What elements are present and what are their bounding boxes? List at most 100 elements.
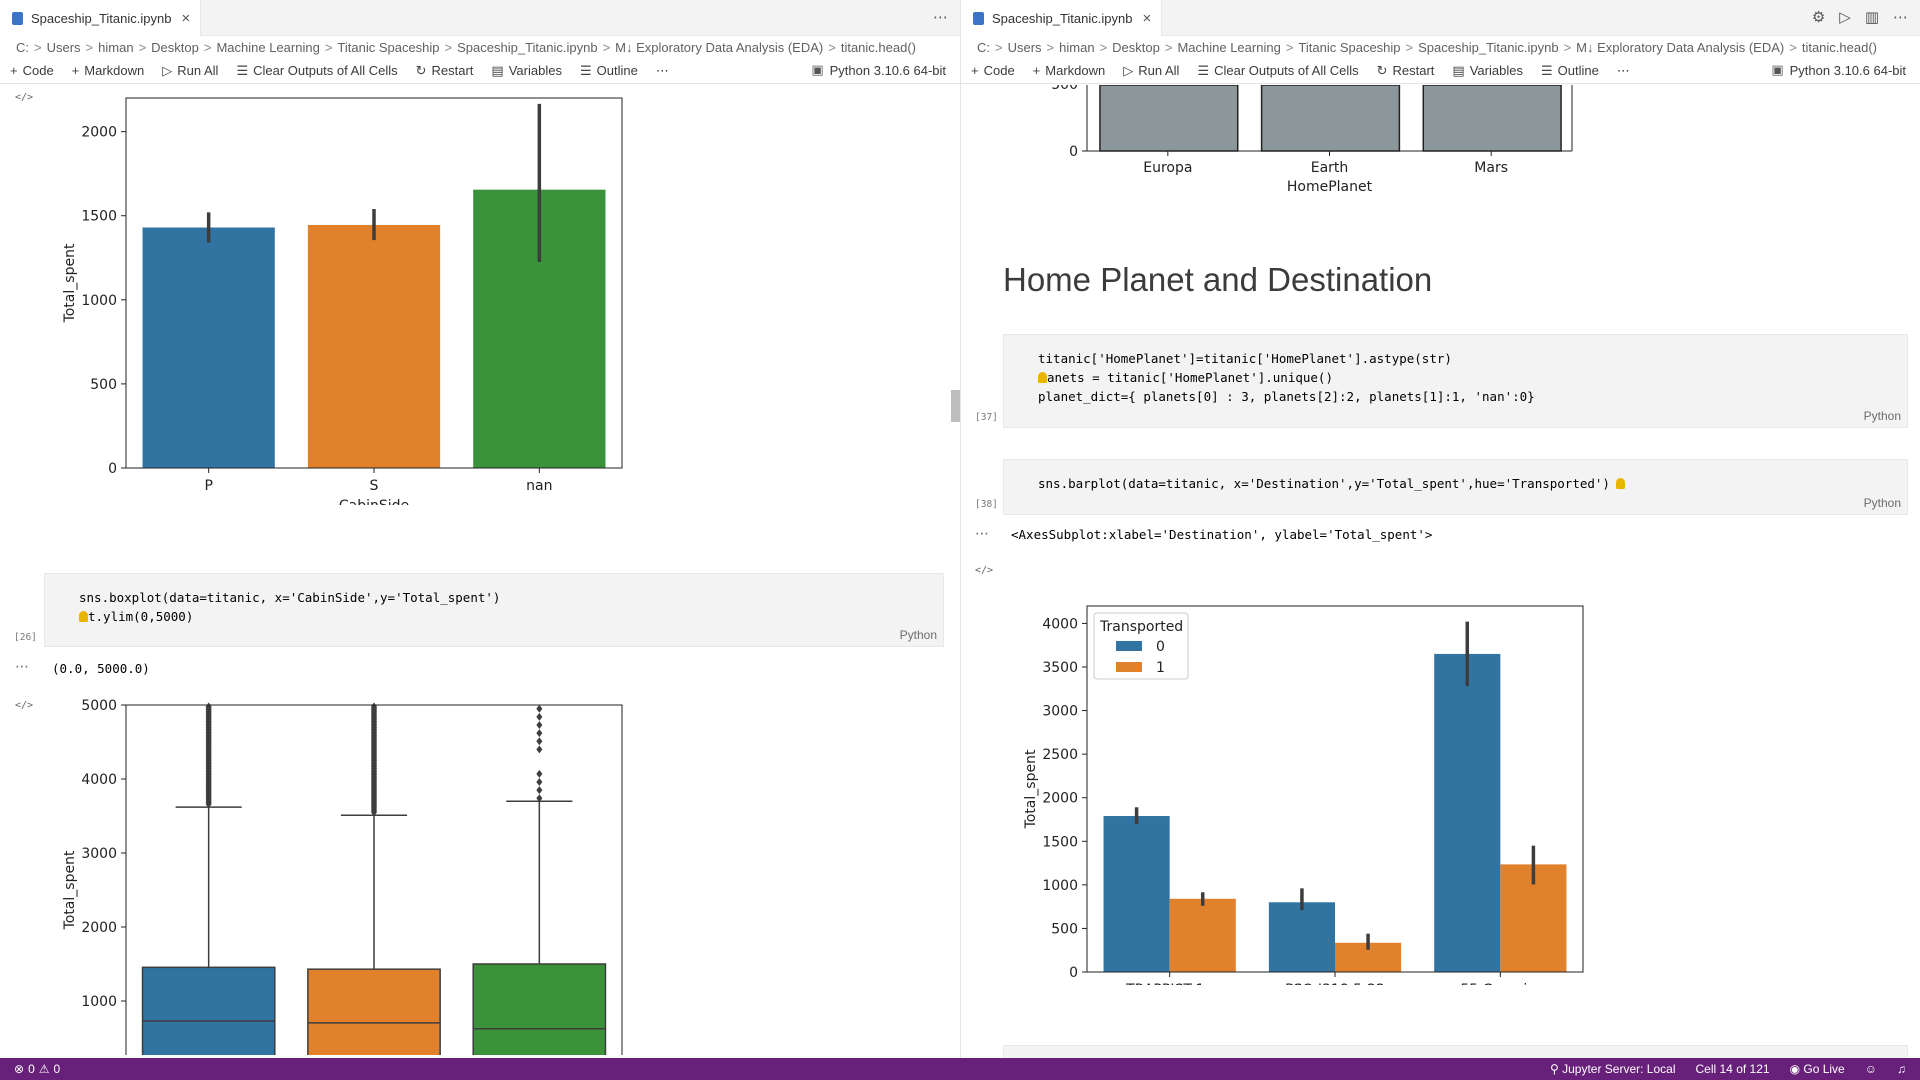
y-tick-label: 2000 (1042, 791, 1078, 807)
restart-button[interactable]: ↻ Restart (1377, 63, 1435, 79)
breadcrumb-item[interactable]: Titanic Spaceship (337, 40, 439, 55)
y-tick-label: 4000 (81, 772, 117, 788)
bar (1103, 816, 1170, 972)
code-editor[interactable]: sns.barplot(data=titanic, x='Destination… (1038, 474, 1625, 493)
bar (142, 227, 275, 468)
run-all-button[interactable]: ▷ Run All (162, 63, 218, 79)
cell-language[interactable]: Python (1864, 409, 1901, 423)
lightbulb-icon[interactable] (1038, 372, 1047, 383)
breadcrumb-item[interactable]: himan (1059, 40, 1094, 55)
x-tick-label: nan (526, 478, 552, 494)
cell-language[interactable]: Python (1864, 496, 1901, 510)
code-cell-38[interactable]: sns.barplot(data=titanic, x='Destination… (1003, 459, 1908, 515)
close-icon[interactable]: × (1142, 10, 1151, 27)
bell-icon[interactable]: ♫ (1897, 1062, 1906, 1076)
close-icon[interactable]: × (181, 10, 190, 27)
code-line: titanic['HomePlanet']=titanic['HomePlane… (1038, 351, 1452, 366)
cell-language[interactable]: Python (900, 628, 937, 642)
outlier-point (536, 745, 543, 754)
error-icon: ⊗ (14, 1062, 25, 1076)
bar (1422, 85, 1562, 152)
breadcrumb-item[interactable]: Spaceship_Titanic.ipynb (457, 40, 597, 55)
breadcrumb-item[interactable]: Users (1008, 40, 1042, 55)
outline-button[interactable]: ☰ Outline (580, 63, 638, 79)
chevron-right-icon: > (828, 39, 836, 55)
markdown-heading: Home Planet and Destination (1003, 261, 1433, 298)
chevron-right-icon: > (1563, 39, 1572, 55)
split-editor-icon[interactable]: ▥ (1865, 8, 1879, 26)
y-tick-label: 4000 (1042, 616, 1078, 632)
problems-indicator[interactable]: ⊗ 0 ⚠ 0 (0, 1062, 60, 1076)
more-actions-icon[interactable]: ⋯ (1893, 8, 1908, 26)
chevron-right-icon: > (203, 39, 212, 55)
clear-outputs-button[interactable]: ☰ Clear Outputs of All Cells (1197, 63, 1358, 79)
box (307, 968, 441, 1055)
restart-icon: ↻ (1376, 62, 1388, 78)
scrollbar-thumb[interactable] (951, 390, 960, 422)
chevron-right-icon: > (1046, 39, 1055, 55)
gear-icon[interactable]: ⚙ (1812, 8, 1825, 26)
x-tick-label: P (204, 478, 212, 494)
variables-button[interactable]: ▤ Variables (491, 63, 562, 79)
variables-button[interactable]: ▤ Variables (1452, 63, 1523, 79)
chevron-right-icon: > (1405, 39, 1414, 55)
code-cell-26[interactable]: sns.boxplot(data=titanic, x='CabinSide',… (44, 573, 944, 647)
cell-position[interactable]: Cell 14 of 121 (1696, 1062, 1770, 1076)
plus-icon: + (971, 63, 979, 78)
chevron-right-icon: > (1789, 39, 1797, 55)
breadcrumb-item[interactable]: C: (16, 40, 29, 55)
more-toolbar-icon[interactable]: ⋯ (1617, 63, 1630, 79)
breadcrumb-item[interactable]: titanic.head() (1802, 40, 1877, 55)
breadcrumb-item[interactable]: Machine Learning (216, 40, 319, 55)
left-editor-group: Spaceship_Titanic.ipynb × ⋯ C: > Users > him… (0, 0, 960, 1058)
code-editor[interactable]: titanic['HomePlanet']=titanic['HomePlane… (1038, 349, 1535, 406)
kernel-picker[interactable]: ▣ Python 3.10.6 64-bit (1771, 62, 1906, 78)
breadcrumb-item[interactable]: Desktop (1112, 40, 1160, 55)
code-cell-37[interactable]: titanic['HomePlanet']=titanic['HomePlane… (1003, 334, 1908, 428)
chevron-right-icon: > (324, 39, 333, 55)
output-more-icon[interactable]: ⋯ (975, 525, 989, 542)
more-toolbar-icon[interactable]: ⋯ (656, 63, 669, 79)
code-line: planet_dict={ planets[0] : 3, planets[2]… (1038, 389, 1535, 404)
outlier-point (536, 704, 543, 713)
breadcrumb-item[interactable]: M↓ Exploratory Data Analysis (EDA) (615, 40, 823, 55)
x-tick-label: Europa (1143, 160, 1192, 176)
code-editor[interactable]: sns.boxplot(data=titanic, x='CabinSide',… (79, 588, 500, 626)
go-live-button[interactable]: ◉ Go Live (1790, 1062, 1845, 1076)
outline-button[interactable]: ☰ Outline (1541, 63, 1599, 79)
chevron-right-icon: > (995, 39, 1003, 55)
breadcrumb-item[interactable]: Spaceship_Titanic.ipynb (1418, 40, 1558, 55)
clear-outputs-button[interactable]: ☰ Clear Outputs of All Cells (236, 63, 397, 79)
add-code-button[interactable]: + Code (971, 63, 1015, 78)
notebook-toolbar: + Code + Markdown ▷ Run All ☰ Clear Outputs … (961, 58, 1920, 84)
tab-spaceship-notebook[interactable]: Spaceship_Titanic.ipynb × (961, 0, 1163, 36)
code-cell-39[interactable] (1003, 1045, 1908, 1058)
breadcrumb-item[interactable]: Users (47, 40, 81, 55)
output-more-icon[interactable]: ⋯ (15, 658, 29, 675)
kernel-picker[interactable]: ▣ Python 3.10.6 64-bit (811, 62, 946, 78)
breadcrumb-item[interactable]: himan (98, 40, 133, 55)
y-tick-label: 1500 (81, 209, 117, 225)
add-markdown-button[interactable]: + Markdown (72, 63, 145, 78)
breadcrumb-item[interactable]: C: (977, 40, 990, 55)
breadcrumb-item[interactable]: Titanic Spaceship (1298, 40, 1400, 55)
tab-spaceship-notebook[interactable]: Spaceship_Titanic.ipynb × (0, 0, 202, 36)
breadcrumb-item[interactable]: M↓ Exploratory Data Analysis (EDA) (1576, 40, 1784, 55)
breadcrumb-item[interactable]: titanic.head() (841, 40, 916, 55)
outlier-point (536, 720, 543, 729)
feedback-icon[interactable]: ☺ (1865, 1062, 1877, 1076)
add-markdown-button[interactable]: + Markdown (1033, 63, 1106, 78)
run-icon[interactable]: ▷ (1839, 8, 1851, 26)
breadcrumb-item[interactable]: Machine Learning (1177, 40, 1280, 55)
add-code-button[interactable]: + Code (10, 63, 54, 78)
breadcrumb: C: > Users > himan > Desktop > Machine Learning >… (0, 36, 960, 58)
lightbulb-icon[interactable] (79, 611, 88, 622)
lightbulb-icon[interactable] (1615, 478, 1625, 489)
more-actions-icon[interactable]: ⋯ (933, 8, 948, 26)
breadcrumb-item[interactable]: Desktop (151, 40, 199, 55)
notebook-toolbar: + Code + Markdown ▷ Run All ☰ Clear Outputs … (0, 58, 960, 84)
jupyter-server-status[interactable]: ⚲ Jupyter Server: Local (1550, 1062, 1676, 1076)
run-all-button[interactable]: ▷ Run All (1123, 63, 1179, 79)
y-tick-label: 2000 (81, 125, 117, 141)
restart-button[interactable]: ↻ Restart (416, 63, 474, 79)
